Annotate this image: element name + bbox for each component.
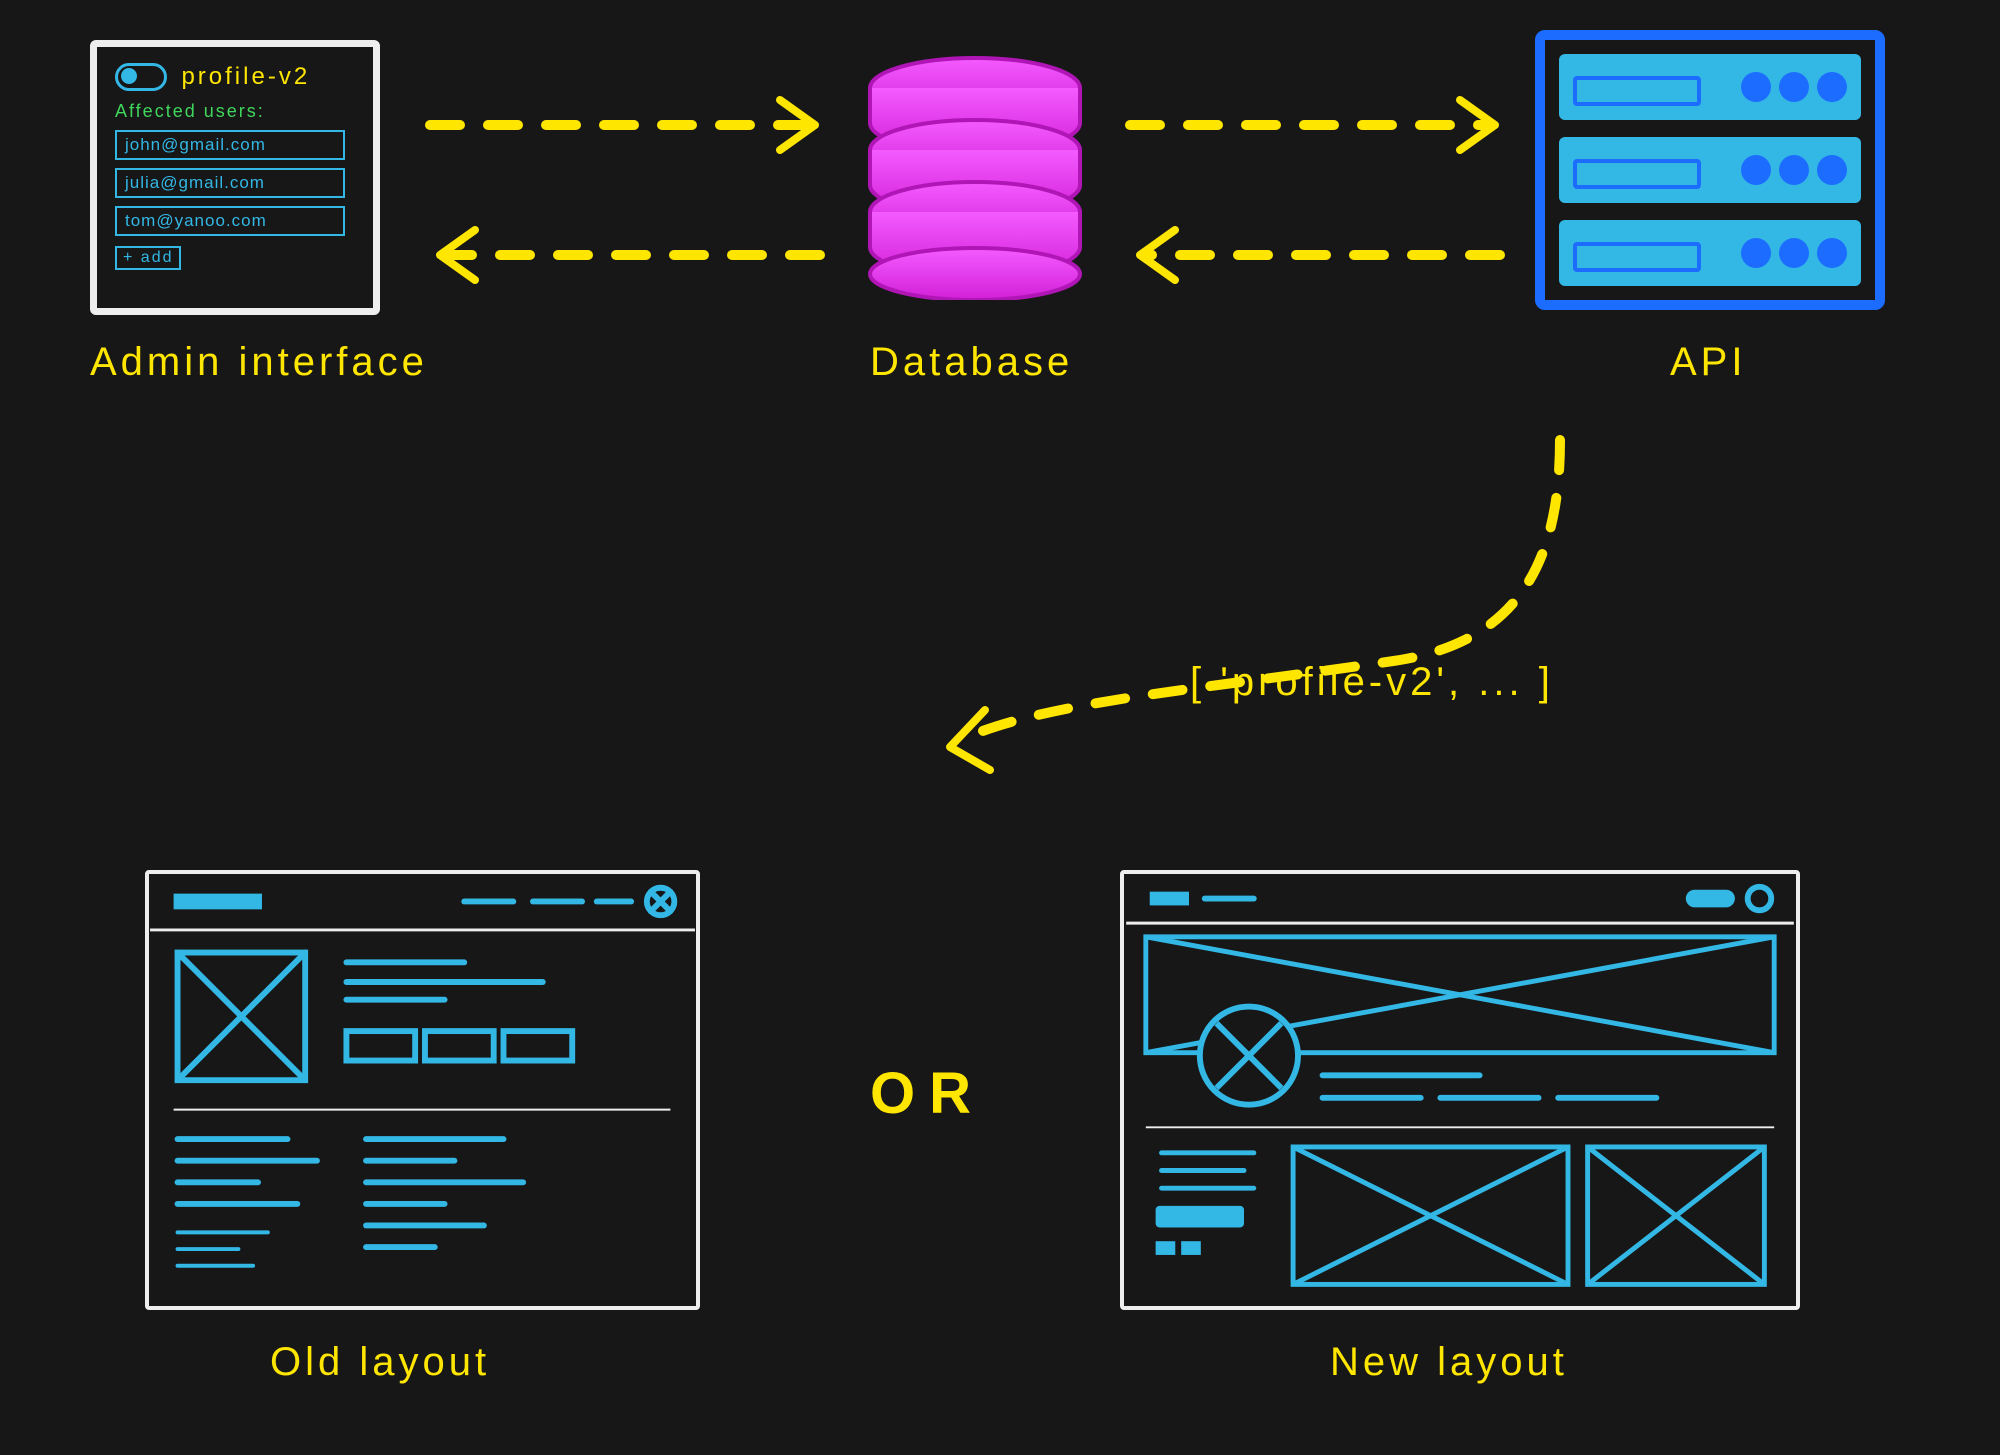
- database-label: Database: [870, 340, 1073, 385]
- or-divider: OR: [870, 1060, 985, 1127]
- user-field[interactable]: julia@gmail.com: [115, 168, 345, 198]
- admin-interface-label: Admin interface: [90, 340, 428, 385]
- user-field[interactable]: tom@yanoo.com: [115, 206, 345, 236]
- new-layout-wireframe: [1120, 870, 1800, 1310]
- affected-users-label: Affected users:: [115, 101, 355, 122]
- add-user-button[interactable]: + add: [115, 246, 181, 270]
- feature-flag-name: profile-v2: [181, 63, 310, 91]
- server-rack-row: [1559, 137, 1861, 203]
- server-rack-row: [1559, 220, 1861, 286]
- server-rack-row: [1559, 54, 1861, 120]
- old-layout-label: Old layout: [270, 1340, 490, 1385]
- feature-toggle[interactable]: [115, 63, 167, 91]
- api-server-icon: [1535, 30, 1885, 310]
- api-label: API: [1670, 340, 1746, 385]
- database-icon: [860, 50, 1090, 300]
- user-field[interactable]: john@gmail.com: [115, 130, 345, 160]
- admin-interface-panel: profile-v2 Affected users: john@gmail.co…: [90, 40, 380, 315]
- new-layout-label: New layout: [1330, 1340, 1568, 1385]
- old-layout-wireframe: [145, 870, 700, 1310]
- api-response-annotation: [ 'profile-v2', ... ]: [1190, 660, 1554, 705]
